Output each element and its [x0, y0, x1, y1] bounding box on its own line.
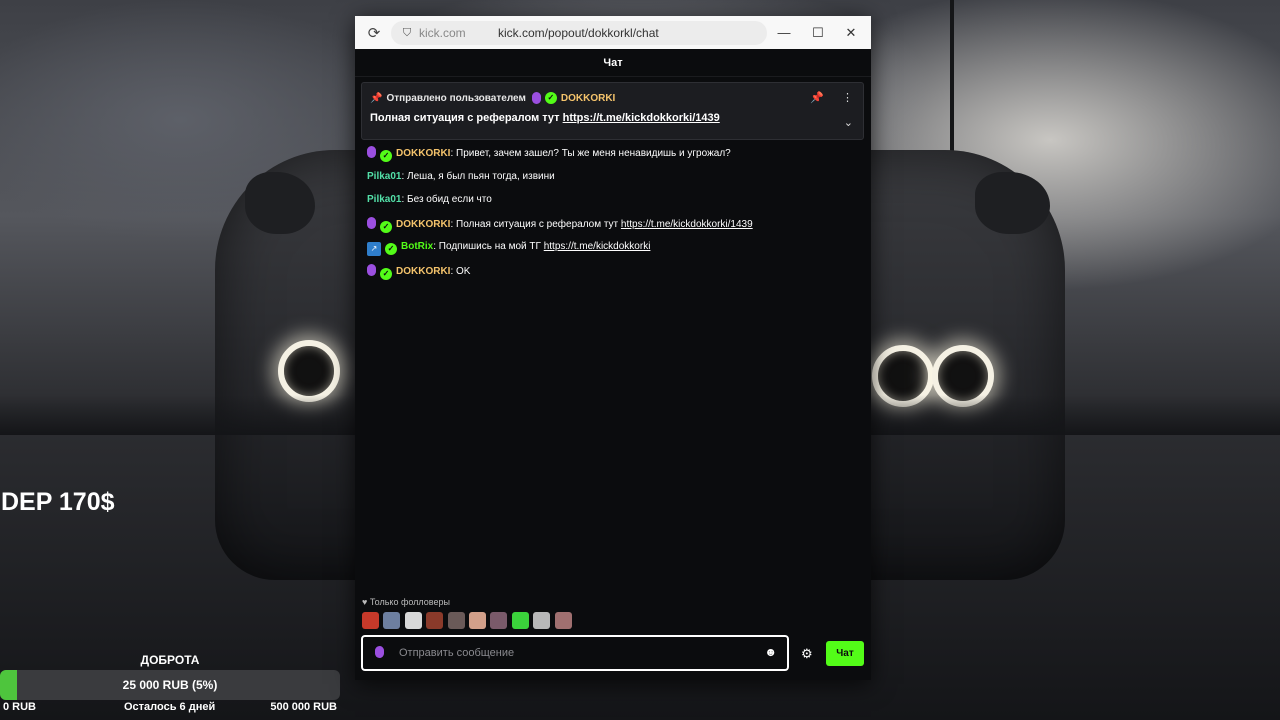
maximize-button[interactable]: ☐: [801, 16, 835, 49]
chat-text: : Привет, зачем зашел? Ты же меня ненави…: [450, 148, 731, 159]
reload-icon[interactable]: ⟳: [359, 24, 389, 42]
emote-icon[interactable]: [490, 612, 508, 629]
emote-icon[interactable]: [426, 612, 444, 629]
mic-badge-icon: [367, 146, 376, 158]
site-url: kick.com/popout/dokkorkl/chat: [498, 26, 659, 40]
close-button[interactable]: ✕: [834, 16, 868, 49]
emote-icon[interactable]: [447, 612, 465, 629]
pinned-body: Полная ситуация с рефералом тут: [370, 112, 563, 124]
pinned-header: 📌 Отправлено пользователем ✓ DOKKORKI: [370, 92, 615, 104]
pinned-link[interactable]: https://t.me/kickdokkorki/1439: [563, 112, 720, 124]
chat-message: Pilka01: Без обид если что: [367, 193, 862, 217]
goal-amount: 25 000 RUB (5%): [122, 678, 218, 692]
chat-text: : Подпишись на мой ТГ: [433, 241, 544, 252]
goal-remaining: Осталось 6 дней: [124, 701, 216, 713]
emote-row: [362, 612, 576, 629]
mic-badge-icon: [375, 646, 384, 658]
emoji-icon[interactable]: ☻: [764, 645, 777, 659]
emote-icon[interactable]: [468, 612, 486, 629]
emote-icon[interactable]: [362, 612, 379, 629]
goal-start: 0 RUB: [3, 701, 37, 713]
browser-toolbar: ⟳ ⛉ kick.com kick.com/popout/dokkorkl/ch…: [355, 16, 871, 49]
chat-username[interactable]: DOKKORKI: [396, 266, 450, 277]
chat-username[interactable]: BotRix: [401, 241, 433, 252]
pinned-by-label: Отправлено пользователем: [386, 92, 526, 104]
verified-badge-icon: ✓: [544, 92, 557, 104]
pinned-text: Полная ситуация с рефералом тут https://…: [370, 112, 720, 124]
chat-input-box[interactable]: ☻: [361, 635, 789, 671]
more-options-icon[interactable]: ⋮: [842, 92, 853, 104]
chat-text: : OK: [450, 265, 471, 277]
bot-badge-icon: ↗: [367, 242, 381, 256]
chat-text: : Без обид если что: [401, 194, 492, 205]
deposit-label: DEP 170$: [1, 488, 115, 516]
chat-messages: ✓ DOKKORKI: Привет, зачем зашел? Ты же ме…: [367, 146, 862, 287]
headlight-left: [278, 340, 340, 402]
verified-badge-icon: ✓: [380, 267, 392, 280]
unpin-icon[interactable]: 📌: [810, 92, 824, 104]
pin-icon: 📌: [370, 92, 383, 104]
chevron-down-icon[interactable]: ⌄: [844, 116, 853, 129]
chat-username[interactable]: Pilka01: [367, 171, 401, 182]
chat-message: Pilka01: Леша, я был пьян тогда, извини: [367, 170, 862, 194]
address-bar[interactable]: ⛉ kick.com kick.com/popout/dokkorkl/chat: [391, 21, 767, 45]
chat-link[interactable]: https://t.me/kickdokkorki: [544, 241, 651, 252]
chat-message-input[interactable]: [399, 643, 759, 663]
send-chat-button[interactable]: Чат: [826, 641, 864, 666]
chat-popup-window: ⟳ ⛉ kick.com kick.com/popout/dokkorkl/ch…: [355, 16, 871, 680]
chat-username[interactable]: DOKKORKI: [396, 219, 450, 230]
minimize-button[interactable]: —: [767, 16, 801, 49]
site-info-icon[interactable]: ⛉: [395, 27, 419, 40]
verified-badge-icon: ✓: [380, 150, 392, 162]
emote-icon[interactable]: [404, 612, 422, 629]
pinned-user[interactable]: DOKKORKI: [561, 93, 615, 104]
emote-icon[interactable]: [533, 612, 551, 629]
goal-title: ДОБРОТА: [140, 653, 200, 667]
gear-icon[interactable]: ⚙: [801, 646, 813, 662]
mic-badge-icon: [367, 216, 376, 229]
chat-title: Чат: [355, 49, 871, 77]
followers-only-notice: ♥ Только фолловеры: [362, 597, 450, 607]
pinned-tools: 📌 ⋮: [792, 91, 853, 104]
verified-badge-icon: ✓: [385, 243, 397, 255]
emote-icon[interactable]: [554, 612, 572, 629]
mic-badge-icon: [531, 92, 541, 104]
goal-target: 500 000 RUB: [270, 701, 337, 713]
chat-link[interactable]: https://t.me/kickdokkorki/1439: [621, 219, 753, 230]
chat-message: ✓ DOKKORKI: OK: [367, 263, 862, 288]
chat-text: : Полная ситуация с рефералом тут: [450, 218, 621, 230]
pinned-message[interactable]: 📌 Отправлено пользователем ✓ DOKKORKI По…: [361, 82, 864, 140]
verified-badge-icon: ✓: [380, 220, 392, 233]
followers-only-label: Только фолловеры: [369, 597, 450, 607]
chat-username[interactable]: Pilka01: [367, 194, 401, 205]
emote-icon[interactable]: [511, 612, 529, 629]
goal-progress-bar: 25 000 RUB (5%): [0, 670, 340, 700]
chat-message: ✓ DOKKORKI: Полная ситуация с рефералом т…: [367, 216, 862, 241]
chat-message: ↗ ✓ BotRix: Подпишись на мой ТГ https://t.…: [367, 240, 862, 264]
chat-message: ✓ DOKKORKI: Привет, зачем зашел? Ты же ме…: [367, 146, 862, 170]
chat-text: : Леша, я был пьян тогда, извини: [401, 170, 555, 182]
heart-icon: ♥: [362, 597, 368, 607]
site-host: kick.com: [419, 26, 466, 40]
chat-username[interactable]: DOKKORKI: [396, 148, 450, 159]
emote-icon[interactable]: [383, 612, 401, 629]
mic-badge-icon: [367, 263, 376, 276]
